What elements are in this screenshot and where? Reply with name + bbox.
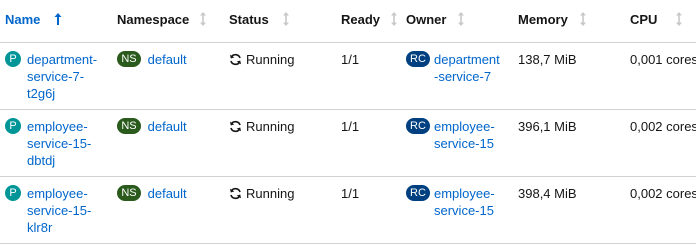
status-text: Running (246, 119, 295, 134)
column-header-name[interactable]: Name (5, 12, 40, 28)
memory-cell: 396,1 MiB (518, 119, 577, 134)
ready-cell: 1/1 (341, 186, 360, 201)
namespace-badge: NS (117, 185, 141, 201)
column-header-memory[interactable]: Memory (518, 12, 568, 28)
owner-cell: RC employee- service-15 (406, 118, 506, 158)
owner-badge: RC (406, 118, 430, 134)
status-cell: Running (229, 51, 294, 68)
status-text: Running (246, 52, 295, 67)
status-cell: Running (229, 118, 294, 135)
sync-icon (229, 187, 242, 200)
cpu-cell: 0,001 cores (630, 52, 696, 67)
ready-cell: 1/1 (341, 52, 360, 67)
owner-badge: RC (406, 185, 430, 201)
namespace-cell: NS default (117, 51, 187, 68)
owner-link[interactable]: employee- service-15 (434, 118, 504, 152)
namespace-cell: NS default (117, 185, 187, 202)
pod-badge: P (5, 185, 21, 201)
sort-icon[interactable] (281, 11, 291, 27)
namespace-link[interactable]: default (148, 186, 187, 201)
sort-icon[interactable] (456, 11, 466, 27)
pod-name-link[interactable]: employee- service-15- klr8r (27, 185, 105, 236)
owner-badge: RC (406, 51, 430, 67)
namespace-link[interactable]: default (148, 52, 187, 67)
sort-icon[interactable] (389, 11, 399, 27)
column-header-status[interactable]: Status (229, 12, 269, 28)
namespace-cell: NS default (117, 118, 187, 135)
pod-name-cell: P department- service-7- t2g6j (5, 51, 105, 103)
sync-icon (229, 53, 242, 66)
pod-name-cell: P employee- service-15- dbtdj (5, 118, 105, 170)
pod-name-link[interactable]: department- service-7- t2g6j (27, 51, 105, 102)
column-header-owner[interactable]: Owner (406, 12, 446, 28)
pod-name-link[interactable]: employee- service-15- dbtdj (27, 118, 105, 169)
ready-cell: 1/1 (341, 119, 360, 134)
status-text: Running (246, 186, 295, 201)
memory-cell: 138,7 MiB (518, 52, 577, 67)
memory-cell: 398,4 MiB (518, 186, 577, 201)
namespace-badge: NS (117, 118, 141, 134)
column-header-namespace[interactable]: Namespace (117, 12, 189, 28)
sort-icon[interactable] (198, 11, 208, 27)
pod-badge: P (5, 51, 21, 67)
cpu-cell: 0,002 cores (630, 186, 696, 201)
owner-cell: RC department -service-7 (406, 51, 506, 91)
cpu-cell: 0,002 cores (630, 119, 696, 134)
table-row: P department- service-7- t2g6j NS defaul… (0, 43, 696, 110)
status-cell: Running (229, 185, 294, 202)
table-row: P employee- service-15- klr8r NS default… (0, 177, 696, 244)
sort-ascending-icon[interactable] (53, 11, 63, 27)
namespace-link[interactable]: default (148, 119, 187, 134)
owner-link[interactable]: employee- service-15 (434, 185, 504, 219)
sync-icon (229, 120, 242, 133)
sort-icon[interactable] (578, 11, 588, 27)
namespace-badge: NS (117, 51, 141, 67)
table-header: Name Namespace Status Ready Owner Memory… (0, 0, 696, 43)
column-header-ready[interactable]: Ready (341, 12, 380, 28)
table-row: P employee- service-15- dbtdj NS default… (0, 110, 696, 177)
sort-icon[interactable] (674, 11, 684, 27)
pod-name-cell: P employee- service-15- klr8r (5, 185, 105, 237)
owner-cell: RC employee- service-15 (406, 185, 506, 225)
column-header-cpu[interactable]: CPU (630, 12, 657, 28)
pod-badge: P (5, 118, 21, 134)
pods-table: Name Namespace Status Ready Owner Memory… (0, 0, 696, 249)
owner-link[interactable]: department -service-7 (434, 51, 504, 85)
